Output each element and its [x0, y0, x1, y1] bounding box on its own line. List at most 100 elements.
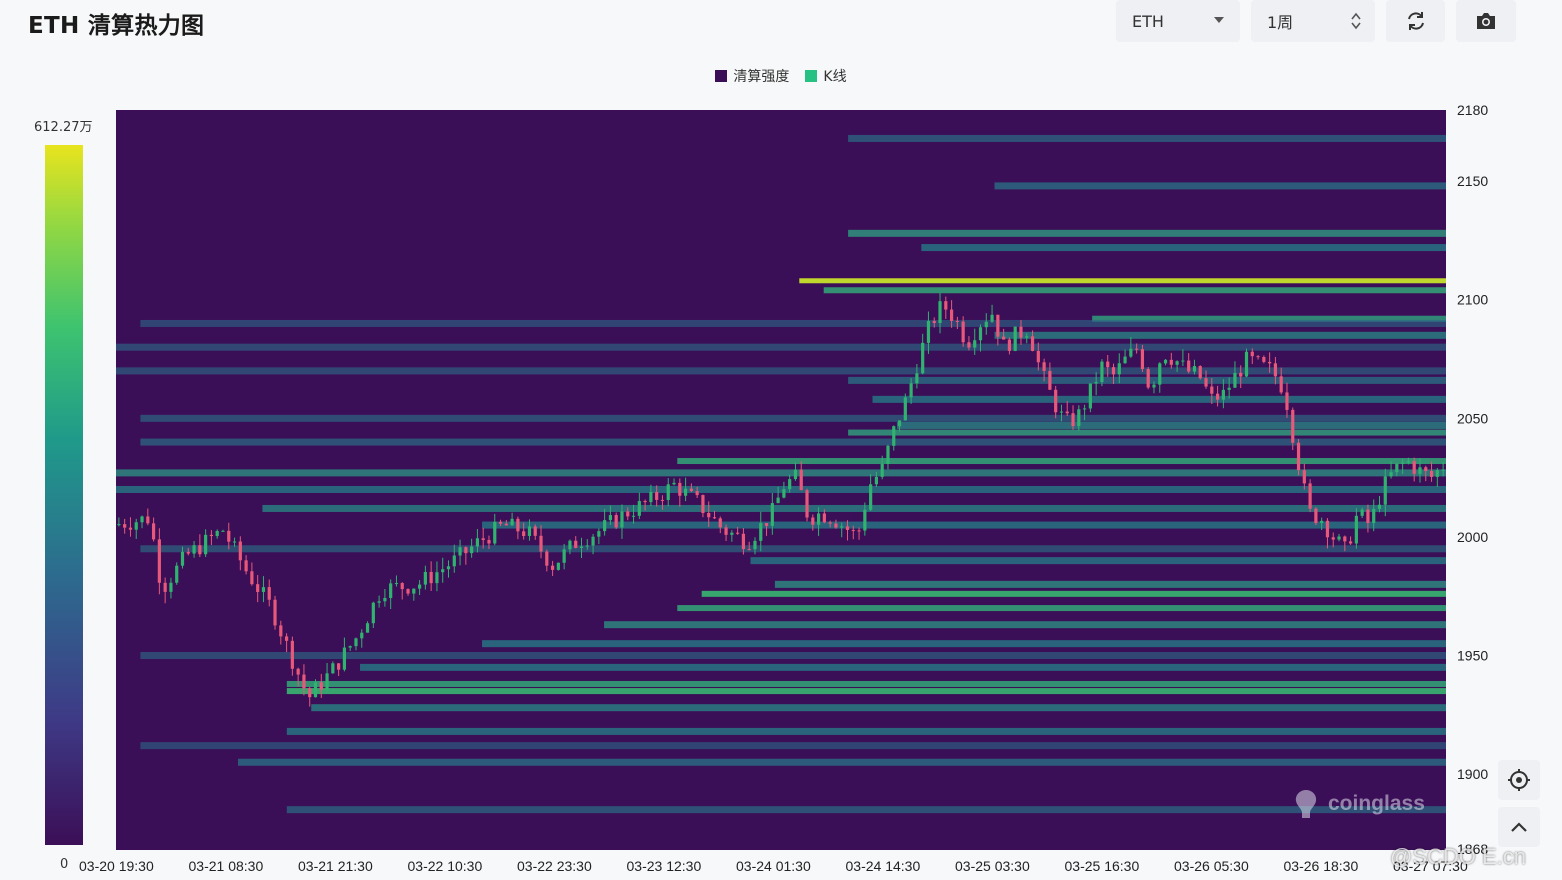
candle-body — [747, 549, 751, 551]
candle-body — [256, 584, 260, 592]
candle-body — [874, 476, 879, 485]
heat-band — [140, 545, 1446, 553]
candle-body — [1308, 483, 1312, 509]
candle-body — [683, 488, 688, 496]
candle-body — [1187, 360, 1191, 372]
candle-body — [1077, 409, 1081, 427]
heat-band — [848, 429, 1446, 436]
candle-body — [1262, 357, 1266, 362]
candle-body — [649, 491, 653, 503]
candle-body — [840, 526, 844, 528]
watermark-text: coinglass — [1328, 792, 1425, 815]
candle-body — [435, 572, 439, 584]
candle-body — [1320, 520, 1324, 524]
candle-body — [892, 426, 896, 446]
candle-body — [1169, 359, 1173, 365]
chevron-up-icon — [1511, 822, 1527, 832]
candle-body — [770, 503, 774, 526]
candle-body — [1129, 348, 1133, 357]
heat-band — [677, 458, 1446, 465]
candle-body — [117, 524, 121, 526]
settings-icon — [1508, 769, 1530, 791]
candle-body — [949, 309, 954, 321]
candle-body — [1007, 339, 1012, 351]
heat-band — [116, 485, 1446, 493]
candle-body — [1441, 469, 1445, 471]
candle-body — [869, 484, 873, 510]
x-tick-label: 03-23 12:30 — [627, 858, 702, 874]
candle-body — [655, 491, 659, 500]
candle-body — [579, 546, 584, 548]
x-tick-label: 03-26 18:30 — [1284, 858, 1359, 874]
candle-body — [921, 342, 925, 374]
x-tick-label: 03-22 10:30 — [408, 858, 483, 874]
candle-body — [828, 522, 832, 524]
candle-body — [701, 495, 705, 514]
candle-body — [1181, 360, 1185, 362]
candle-body — [712, 517, 717, 519]
heat-band — [604, 621, 1446, 629]
candle-body — [331, 663, 335, 674]
candle-body — [1036, 350, 1040, 363]
candle-body — [631, 515, 636, 517]
candle-body — [481, 538, 485, 540]
candle-body — [215, 530, 219, 537]
candle-body — [1042, 362, 1046, 371]
y-tick-label: 2050 — [1457, 410, 1488, 426]
candle-body — [493, 521, 497, 544]
candle-body — [1429, 470, 1434, 477]
candle-body — [533, 526, 537, 536]
candle-body — [180, 551, 185, 566]
candle-body — [539, 535, 543, 552]
settings-button[interactable] — [1498, 760, 1540, 800]
heatmap-background — [116, 110, 1446, 850]
candle-body — [1123, 356, 1127, 364]
candle-body — [1256, 356, 1260, 358]
candle-body — [741, 533, 746, 550]
y-tick-label: 2100 — [1457, 292, 1488, 308]
candle-body — [730, 532, 734, 535]
candle-body — [1135, 348, 1139, 350]
candle-body — [961, 321, 965, 343]
scroll-top-button[interactable] — [1498, 807, 1540, 847]
candle-body — [394, 583, 399, 585]
candle-body — [487, 539, 491, 544]
candle-body — [984, 321, 988, 328]
candle-body — [718, 518, 722, 528]
x-tick-label: 03-20 19:30 — [79, 858, 154, 874]
candle-body — [724, 527, 728, 535]
candle-body — [1354, 515, 1358, 544]
candle-body — [198, 545, 202, 555]
heatmap-chart[interactable]: 2180215021002050200019501900186803-20 19… — [0, 0, 1562, 880]
candle-body — [1088, 383, 1092, 409]
candle-body — [1117, 363, 1121, 375]
candle-body — [695, 491, 699, 496]
candle-body — [516, 518, 520, 532]
candle-body — [753, 540, 757, 550]
candle-body — [1175, 361, 1179, 365]
candle-body — [591, 536, 595, 546]
candle-body — [926, 320, 931, 343]
candle-body — [759, 523, 763, 541]
candle-body — [1239, 372, 1243, 377]
candle-body — [932, 320, 936, 323]
candle-body — [1366, 509, 1370, 523]
candle-body — [545, 551, 549, 566]
heat-band — [677, 605, 1446, 612]
x-tick-label: 03-21 21:30 — [298, 858, 373, 874]
heat-band — [286, 806, 1446, 814]
candle-body — [1343, 536, 1347, 542]
candle-body — [1360, 509, 1364, 516]
candle-body — [360, 632, 364, 639]
candle-body — [1383, 476, 1387, 505]
candle-body — [250, 571, 254, 585]
x-tick-label: 03-26 05:30 — [1174, 858, 1249, 874]
candle-body — [1019, 326, 1023, 338]
watermark: coinglass — [1292, 788, 1425, 820]
candle-body — [1198, 366, 1202, 379]
x-tick-label: 03-25 03:30 — [955, 858, 1030, 874]
candle-body — [1244, 351, 1249, 377]
candle-body — [1152, 384, 1156, 388]
candle-body — [1233, 372, 1237, 388]
candle-body — [834, 523, 838, 528]
